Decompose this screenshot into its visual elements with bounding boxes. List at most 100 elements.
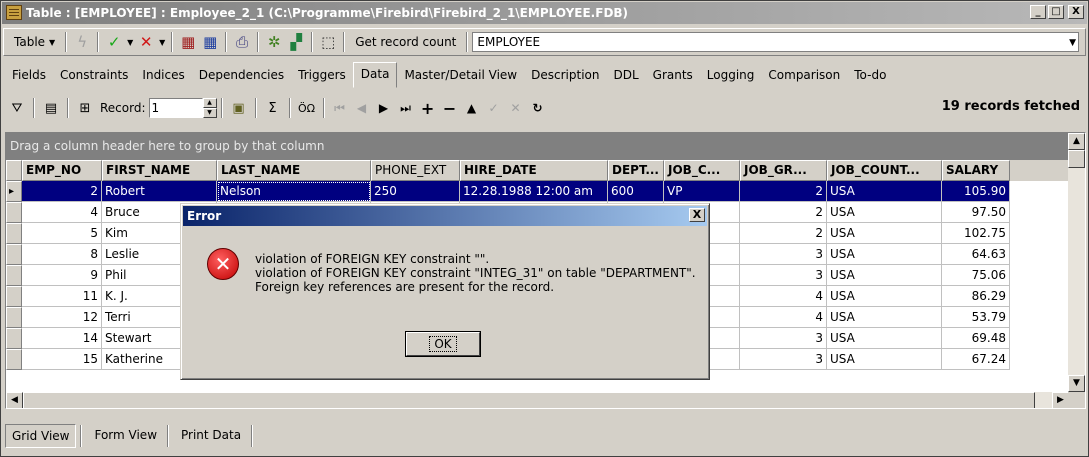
tab-constraints[interactable]: Constraints [53, 64, 135, 88]
cell-job-code[interactable]: VP [664, 181, 740, 202]
print-icon[interactable]: ⎙ [231, 31, 253, 53]
horizontal-scroll-thumb[interactable] [23, 392, 1035, 408]
tab-indices[interactable]: Indices [135, 64, 191, 88]
cell-job-country[interactable]: USA [827, 286, 942, 307]
post-record-icon[interactable]: ✓ [483, 96, 505, 120]
row-indicator[interactable] [6, 349, 22, 370]
column-header-job-code[interactable]: JOB_C... [664, 160, 740, 181]
scroll-up-icon[interactable]: ▲ [1068, 133, 1085, 150]
cursor-icon[interactable]: ⬚ [317, 31, 339, 53]
cell-salary[interactable]: 64.63 [942, 244, 1010, 265]
sum-icon[interactable]: Σ [261, 96, 285, 120]
horizontal-scroll-track[interactable] [1035, 392, 1052, 408]
row-indicator[interactable]: ▸ [6, 181, 22, 202]
cell-job-country[interactable]: USA [827, 244, 942, 265]
row-indicator[interactable] [6, 265, 22, 286]
scroll-down-icon[interactable]: ▼ [1068, 375, 1085, 392]
cell-salary[interactable]: 75.06 [942, 265, 1010, 286]
cell-job-grade[interactable]: 3 [740, 349, 827, 370]
cell-job-grade[interactable]: 3 [740, 328, 827, 349]
cell-emp-no[interactable]: 2 [22, 181, 102, 202]
cell-job-country[interactable]: USA [827, 307, 942, 328]
minimize-button[interactable]: _ [1030, 5, 1046, 19]
cell-job-country[interactable]: USA [827, 181, 942, 202]
tab-master-detail-view[interactable]: Master/Detail View [397, 64, 524, 88]
table-row[interactable]: ▸ 2 Robert Nelson 250 12.28.1988 12:00 am 600 V… [6, 181, 1069, 202]
vertical-scroll-thumb[interactable] [1068, 150, 1085, 168]
cell-emp-no[interactable]: 15 [22, 349, 102, 370]
column-header-job-grade[interactable]: JOB_GR... [740, 160, 827, 181]
charmap-icon[interactable]: ÖΩ [295, 96, 319, 120]
tab-logging[interactable]: Logging [700, 64, 762, 88]
cell-job-country[interactable]: USA [827, 349, 942, 370]
vertical-scrollbar[interactable]: ▲ ▼ [1068, 133, 1085, 392]
table-selector[interactable]: EMPLOYEE ▼ [472, 32, 1079, 52]
row-indicator[interactable] [6, 286, 22, 307]
tab-to-do[interactable]: To-do [847, 64, 893, 88]
scroll-left-icon[interactable]: ◀ [6, 392, 23, 408]
cell-job-country[interactable]: USA [827, 223, 942, 244]
filter-icon[interactable]: ⛛ [5, 96, 29, 120]
record-spinner[interactable]: ▲ ▼ [202, 98, 217, 118]
cell-phone-ext[interactable]: 250 [371, 181, 460, 202]
group-by-panel[interactable]: Drag a column header here to group by th… [6, 133, 1069, 159]
ok-button[interactable]: OK [406, 332, 480, 356]
tab-triggers[interactable]: Triggers [291, 64, 353, 88]
row-indicator[interactable] [6, 328, 22, 349]
horizontal-scrollbar[interactable]: ◀ ▶ [6, 392, 1069, 408]
cell-emp-no[interactable]: 14 [22, 328, 102, 349]
cell-emp-no[interactable]: 9 [22, 265, 102, 286]
tab-grants[interactable]: Grants [646, 64, 700, 88]
export-icon[interactable]: ▣ [227, 96, 251, 120]
column-header-dept-no[interactable]: DEPT... [608, 160, 664, 181]
tab-fields[interactable]: Fields [5, 64, 53, 88]
dialog-close-button[interactable]: X [689, 208, 705, 222]
rollback-x-icon[interactable]: ✕ [135, 31, 157, 53]
cancel-record-icon[interactable]: ✕ [505, 96, 527, 120]
grid-edit-icon[interactable]: ▦ [199, 31, 221, 53]
column-header-job-country[interactable]: JOB_COUNT... [827, 160, 942, 181]
cell-emp-no[interactable]: 11 [22, 286, 102, 307]
cell-job-grade[interactable]: 2 [740, 223, 827, 244]
cell-salary[interactable]: 97.50 [942, 202, 1010, 223]
edit-record-icon[interactable]: ▲ [461, 96, 483, 120]
table-menu-button[interactable]: Table ▼ [8, 31, 61, 53]
prior-record-icon[interactable]: ◀ [351, 96, 373, 120]
record-number-input[interactable]: 1 [148, 98, 203, 118]
first-record-icon[interactable]: ⏮ [329, 96, 351, 120]
row-indicator[interactable] [6, 244, 22, 265]
row-indicator[interactable] [6, 307, 22, 328]
cell-job-country[interactable]: USA [827, 202, 942, 223]
close-button[interactable]: X [1068, 5, 1084, 19]
last-record-icon[interactable]: ⏭ [395, 96, 417, 120]
cell-job-country[interactable]: USA [827, 265, 942, 286]
row-indicator[interactable] [6, 223, 22, 244]
tab-print-data[interactable]: Print Data [175, 424, 247, 448]
cell-salary[interactable]: 53.79 [942, 307, 1010, 328]
scroll-right-icon[interactable]: ▶ [1052, 392, 1069, 408]
tab-ddl[interactable]: DDL [606, 64, 645, 88]
cell-hire-date[interactable]: 12.28.1988 12:00 am [460, 181, 608, 202]
cell-last-name[interactable]: Nelson [217, 181, 371, 202]
insert-record-icon[interactable]: + [417, 96, 439, 120]
grid-filter-icon[interactable]: ⊞ [73, 96, 97, 120]
cell-emp-no[interactable]: 4 [22, 202, 102, 223]
cell-job-grade[interactable]: 3 [740, 265, 827, 286]
tab-data[interactable]: Data [352, 62, 398, 88]
cell-job-grade[interactable]: 4 [740, 286, 827, 307]
spin-down-icon[interactable]: ▼ [202, 108, 217, 118]
diagram-icon[interactable]: ▞ [285, 31, 307, 53]
refresh-icon[interactable]: ↻ [527, 96, 549, 120]
table-filter-icon[interactable]: ▤ [39, 96, 63, 120]
spin-up-icon[interactable]: ▲ [202, 98, 217, 108]
cell-emp-no[interactable]: 5 [22, 223, 102, 244]
dependencies-icon[interactable]: ✲ [263, 31, 285, 53]
delete-record-icon[interactable]: − [439, 96, 461, 120]
cell-dept-no[interactable]: 600 [608, 181, 664, 202]
maximize-button[interactable]: □ [1048, 5, 1064, 19]
chevron-down-icon[interactable]: ▼ [157, 31, 167, 53]
commit-check-icon[interactable]: ✓ [103, 31, 125, 53]
cell-job-grade[interactable]: 2 [740, 181, 827, 202]
chevron-down-icon[interactable]: ▼ [125, 31, 135, 53]
column-header-hire-date[interactable]: HIRE_DATE [460, 160, 608, 181]
